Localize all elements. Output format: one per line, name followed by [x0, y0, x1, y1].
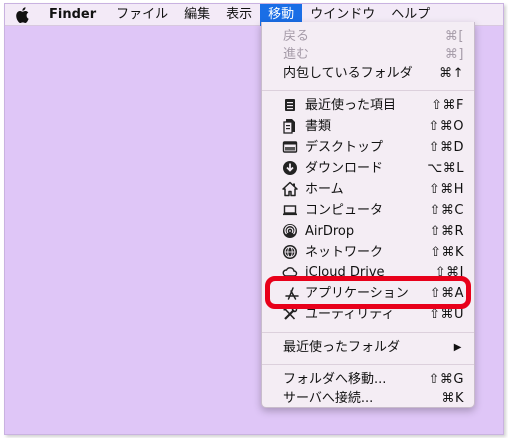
- airdrop-icon: [282, 223, 298, 239]
- menu-item-recents[interactable]: 最近使った項目 ⇧⌘F: [262, 95, 474, 116]
- desktop-icon: [282, 139, 298, 155]
- menu-item-label: デスクトップ: [305, 140, 384, 155]
- shortcut-label: ⇧⌘K: [430, 245, 464, 260]
- menu-item-label: ネットワーク: [305, 245, 384, 260]
- shortcut-label: ⇧⌘O: [428, 119, 464, 134]
- menu-item-label: コンピュータ: [305, 203, 384, 218]
- menu-item-documents[interactable]: 書類 ⇧⌘O: [262, 116, 474, 137]
- menu-item-label: 進む: [283, 47, 310, 62]
- apple-logo-icon[interactable]: [5, 4, 39, 26]
- shortcut-label: ⌘K: [441, 391, 464, 406]
- home-icon: [282, 181, 298, 197]
- shortcut-label: ⇧⌘C: [429, 203, 464, 218]
- highlight-annotation: [265, 276, 471, 309]
- menu-edit[interactable]: 編集: [176, 4, 218, 26]
- documents-icon: [282, 118, 298, 134]
- menu-item-label: ホーム: [305, 182, 344, 197]
- menu-item-connect-to-server[interactable]: サーバへ接続... ⌘K: [262, 388, 474, 409]
- menu-item-recent-folders[interactable]: 最近使ったフォルダ ▶: [262, 337, 474, 358]
- menu-separator: [262, 332, 474, 333]
- menu-item-network[interactable]: ネットワーク ⇧⌘K: [262, 242, 474, 263]
- menu-item-label: ダウンロード: [305, 161, 384, 176]
- menu-item-airdrop[interactable]: AirDrop ⇧⌘R: [262, 221, 474, 242]
- go-menu-dropdown: 戻る ⌘[ 進む ⌘] 内包しているフォルダ ⌘↑ 最近使った項目 ⇧⌘F 書類…: [261, 22, 475, 408]
- menu-item-label: AirDrop: [305, 224, 355, 239]
- menu-item-downloads[interactable]: ダウンロード ⌥⌘L: [262, 158, 474, 179]
- menu-item-home[interactable]: ホーム ⇧⌘H: [262, 179, 474, 200]
- menu-item-label: 書類: [305, 119, 332, 134]
- menu-view[interactable]: 表示: [218, 4, 260, 26]
- menu-item-go-to-folder[interactable]: フォルダへ移動... ⇧⌘G: [262, 369, 474, 390]
- menu-finder[interactable]: Finder: [39, 4, 108, 26]
- shortcut-label: ⌘]: [444, 47, 464, 62]
- menu-item-computer[interactable]: コンピュータ ⇧⌘C: [262, 200, 474, 221]
- menu-item-desktop[interactable]: デスクトップ ⇧⌘D: [262, 137, 474, 158]
- submenu-arrow-icon: ▶: [453, 342, 462, 353]
- network-icon: [282, 244, 298, 260]
- shortcut-label: ⇧⌘F: [431, 98, 464, 113]
- menu-item-label: サーバへ接続...: [283, 391, 374, 406]
- menu-separator: [262, 364, 474, 365]
- screenshot-frame: Finder ファイル 編集 表示 移動 ウインドウ ヘルプ 戻る ⌘[ 進む …: [0, 0, 508, 438]
- recents-icon: [282, 97, 298, 113]
- menu-item-forward[interactable]: 進む ⌘]: [262, 44, 474, 65]
- shortcut-label: ⇧⌘D: [428, 140, 464, 155]
- shortcut-label: ⇧⌘G: [428, 372, 464, 387]
- download-icon: [282, 160, 298, 176]
- shortcut-label: ⌘↑: [439, 66, 464, 81]
- computer-icon: [282, 202, 298, 218]
- menu-file[interactable]: ファイル: [108, 4, 176, 26]
- menu-item-label: フォルダへ移動...: [283, 372, 387, 387]
- shortcut-label: ⌥⌘L: [427, 161, 464, 176]
- shortcut-label: ⇧⌘H: [428, 182, 464, 197]
- menu-separator: [262, 90, 474, 91]
- shortcut-label: ⇧⌘R: [429, 224, 464, 239]
- menu-item-label: 最近使った項目: [305, 98, 397, 113]
- menu-item-label: 内包しているフォルダ: [283, 66, 413, 81]
- menu-item-label: 最近使ったフォルダ: [283, 340, 401, 355]
- menu-item-enclosing-folder[interactable]: 内包しているフォルダ ⌘↑: [262, 63, 474, 84]
